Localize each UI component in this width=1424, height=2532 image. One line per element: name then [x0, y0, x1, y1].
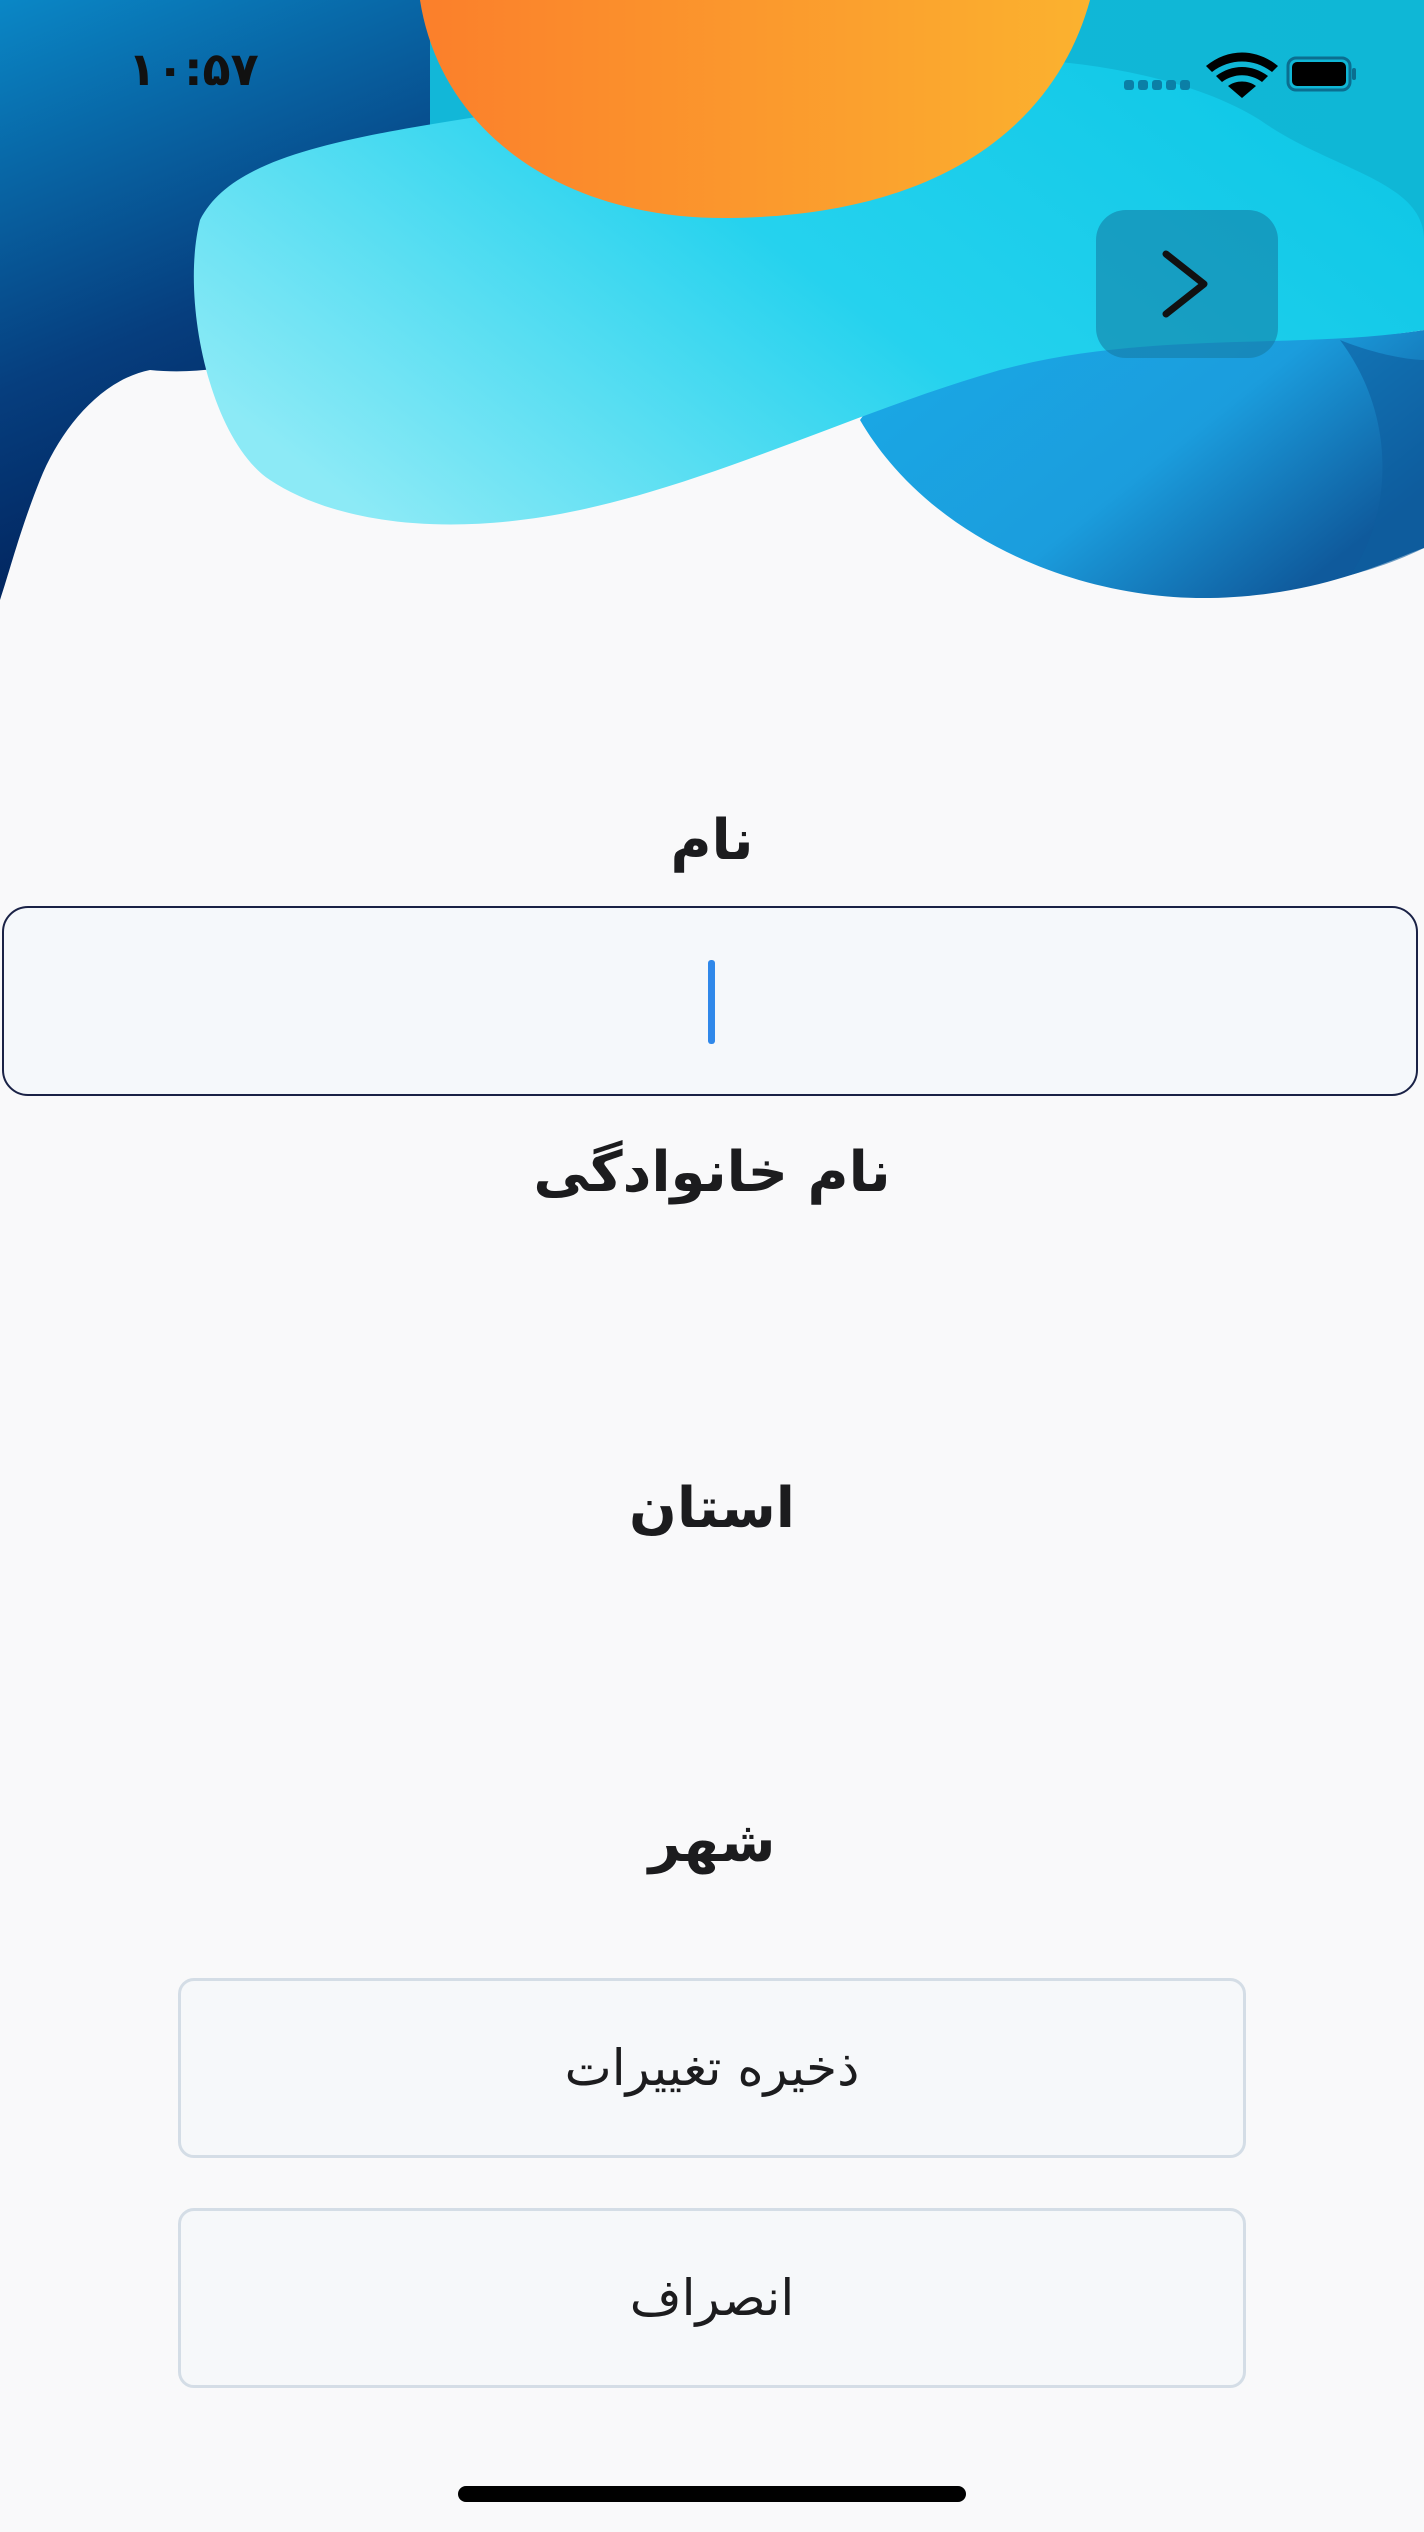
province-label: استان [629, 1476, 795, 1541]
cancel-button[interactable]: انصراف [178, 2208, 1246, 2388]
first-name-label: نام [670, 808, 754, 873]
last-name-input[interactable] [0, 1240, 1424, 1432]
first-name-field[interactable] [2, 906, 1420, 1096]
last-name-field[interactable] [0, 1240, 1424, 1432]
back-button[interactable] [1096, 210, 1278, 358]
status-time: ۱۰:۵۷ [128, 42, 259, 96]
status-icons [1088, 50, 1358, 100]
wifi-icon [1206, 52, 1278, 98]
text-caret [708, 960, 715, 1044]
last-name-label: نام خانوادگی [533, 1140, 891, 1205]
chevron-right-icon [1162, 250, 1208, 318]
home-indicator[interactable] [458, 2486, 966, 2502]
city-label: شهر [648, 1810, 776, 1875]
cellular-dots-icon [1124, 80, 1190, 90]
province-field[interactable] [0, 1574, 1424, 1766]
province-input[interactable] [0, 1574, 1424, 1766]
battery-icon [1286, 56, 1356, 92]
status-bar: ۱۰:۵۷ [0, 0, 1424, 150]
save-changes-button[interactable]: ذخیره تغییرات [178, 1978, 1246, 2158]
edit-profile-screen: ۱۰:۵۷ نام نام خانوادگی استان شهر ذخیره ت… [0, 0, 1424, 2532]
